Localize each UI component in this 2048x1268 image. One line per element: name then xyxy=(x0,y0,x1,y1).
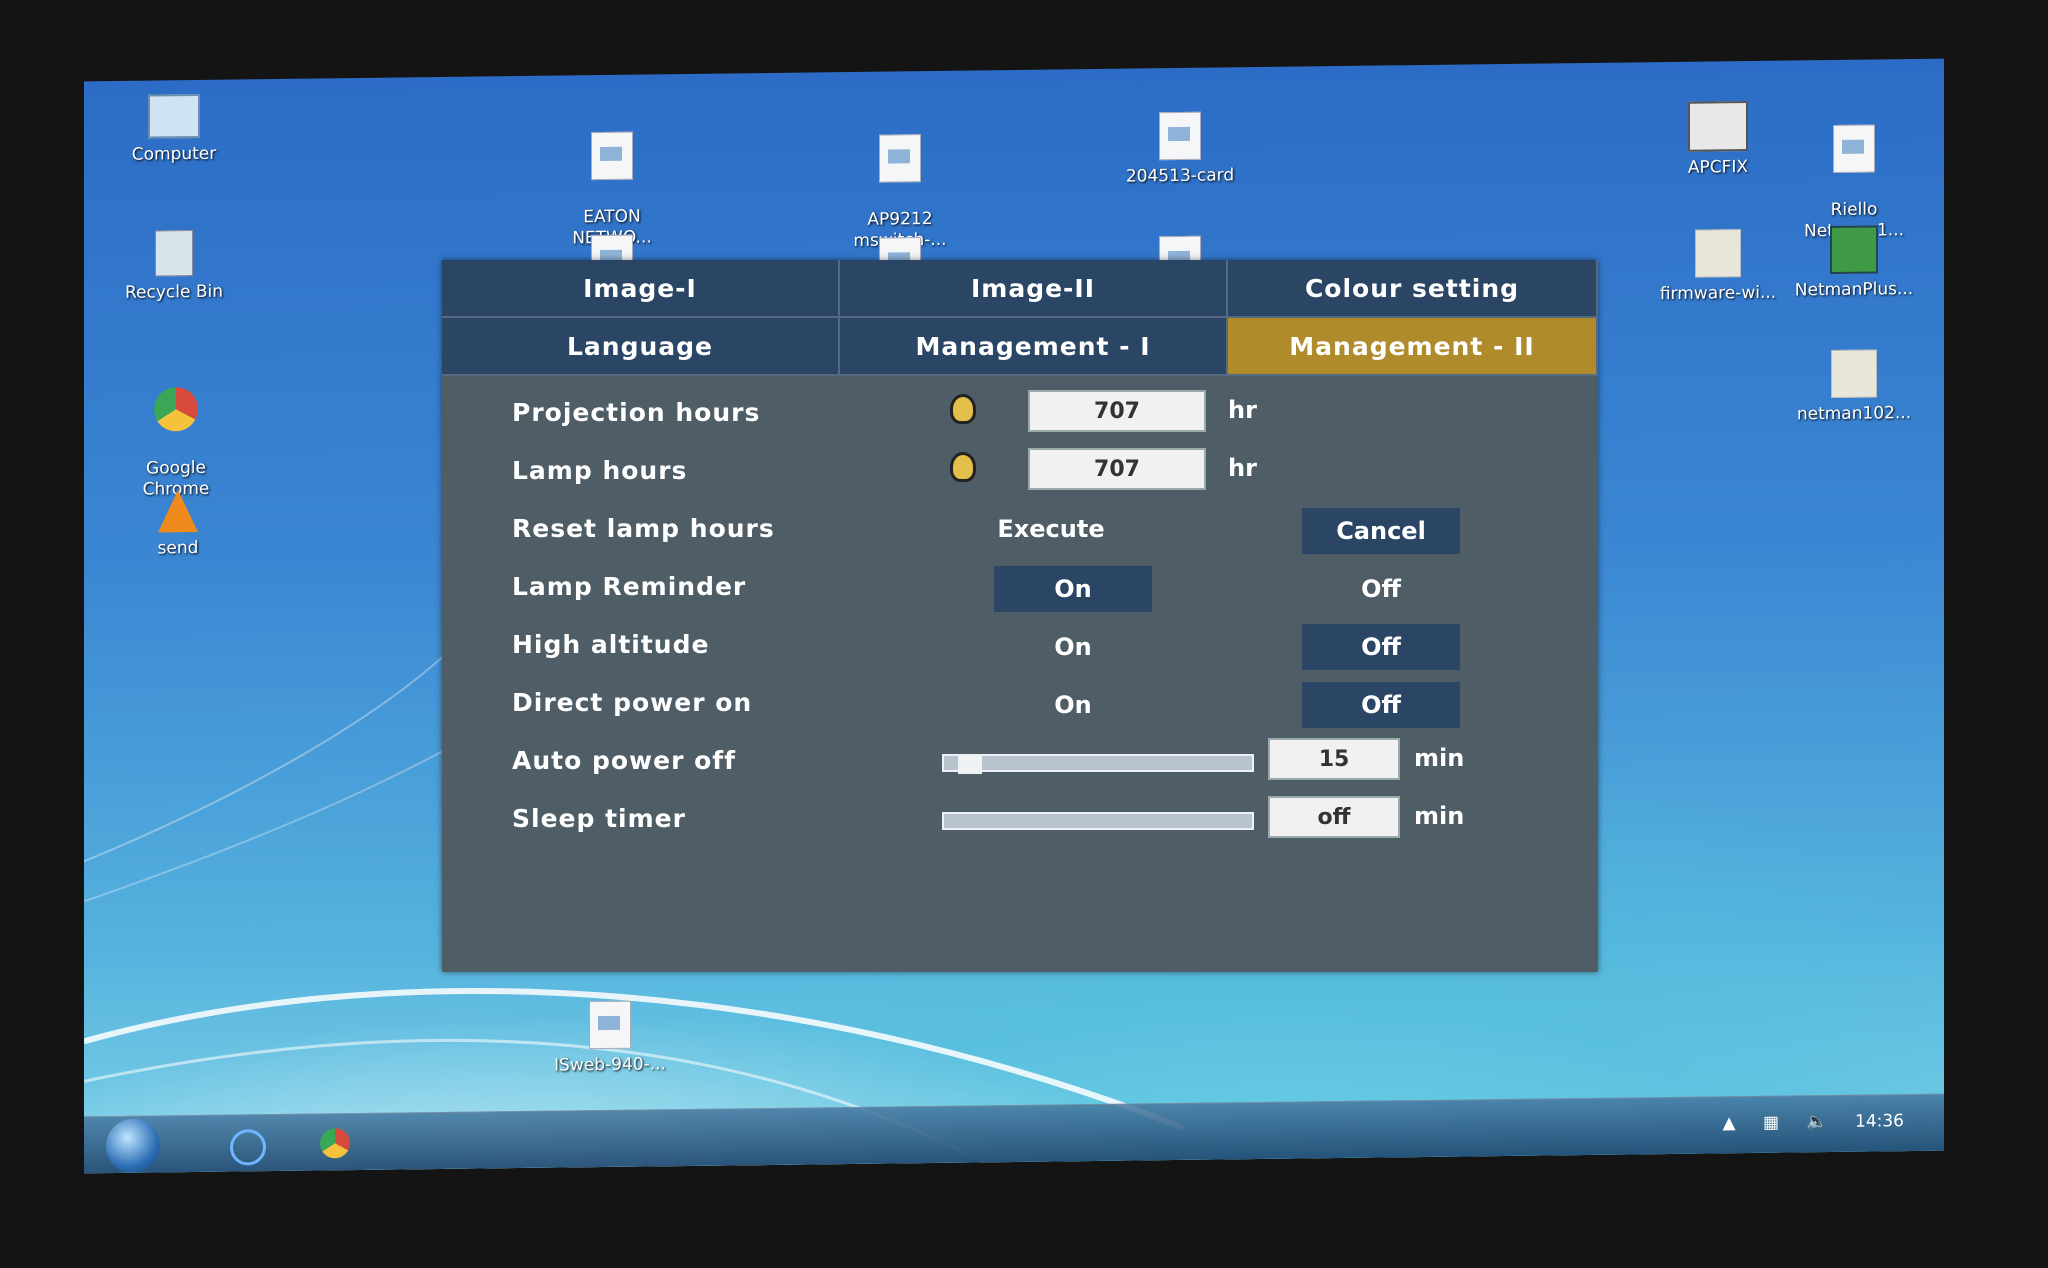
desktop-icon-recycle-bin[interactable]: Recycle Bin xyxy=(104,229,244,304)
document-icon xyxy=(1833,124,1875,173)
cancel-button[interactable]: Cancel xyxy=(1302,508,1460,554)
execute-button[interactable]: Execute xyxy=(972,506,1130,552)
desktop-icon-netmanplus[interactable]: NetmanPlus... xyxy=(1784,225,1924,302)
document-icon xyxy=(879,134,921,183)
document-icon xyxy=(1159,111,1201,161)
sleep-timer-slider[interactable] xyxy=(942,812,1254,830)
tab-management-i[interactable]: Management - I xyxy=(840,318,1228,376)
row-high-altitude: High altitude On Off xyxy=(442,622,1598,672)
sleep-timer-value: off xyxy=(1268,796,1400,838)
unit-label: hr xyxy=(1228,454,1257,482)
desktop-icon-isweb[interactable]: ISweb-940-... xyxy=(540,1000,680,1077)
tab-image-i[interactable]: Image-I xyxy=(442,260,840,318)
unit-label: min xyxy=(1414,802,1465,830)
vlc-cone-icon xyxy=(158,489,198,533)
row-label: Sleep timer xyxy=(512,804,686,833)
desktop-icon-label: APCFIX xyxy=(1687,157,1749,178)
network-card-icon xyxy=(1830,225,1878,275)
tab-image-ii[interactable]: Image-II xyxy=(840,260,1228,318)
desktop-icon-label: NetmanPlus... xyxy=(1794,279,1914,301)
desktop-icon-firmware[interactable]: firmware-wi... xyxy=(1648,229,1788,306)
row-label: Projection hours xyxy=(512,398,761,427)
desktop-icon-label: send xyxy=(157,537,199,559)
chrome-icon xyxy=(154,386,198,432)
high-altitude-off-option[interactable]: Off xyxy=(1302,624,1460,670)
start-button[interactable] xyxy=(106,1118,160,1174)
document-icon xyxy=(589,1000,631,1050)
direct-power-on-on-option[interactable]: On xyxy=(994,682,1152,728)
desktop-icon-label: ISweb-940-... xyxy=(554,1054,666,1076)
desktop-icon-label: 204513-card xyxy=(1125,165,1235,187)
clock[interactable]: 14:36 xyxy=(1855,1111,1904,1132)
direct-power-on-off-option[interactable]: Off xyxy=(1302,682,1460,728)
row-auto-power-off: Auto power off 15 min xyxy=(442,738,1598,788)
high-altitude-on-option[interactable]: On xyxy=(994,624,1152,670)
lamp-bulb-icon xyxy=(950,394,976,424)
volume-icon[interactable]: 🔈 xyxy=(1806,1112,1827,1132)
row-lamp-hours: Lamp hours 707 hr xyxy=(442,448,1598,498)
lamp-reminder-on-option[interactable]: On xyxy=(994,566,1152,612)
row-reset-lamp-hours: Reset lamp hours Execute Cancel xyxy=(442,506,1598,556)
tab-colour-setting[interactable]: Colour setting xyxy=(1228,260,1598,318)
folder-icon xyxy=(1695,229,1741,278)
osd-tabs: Image-I Image-II Colour setting Language… xyxy=(442,260,1598,376)
document-icon xyxy=(591,131,633,181)
row-label: High altitude xyxy=(512,630,710,659)
row-direct-power-on: Direct power on On Off xyxy=(442,680,1598,730)
auto-power-off-value: 15 xyxy=(1268,738,1400,780)
lamp-reminder-off-option[interactable]: Off xyxy=(1302,566,1460,612)
auto-power-off-slider[interactable] xyxy=(942,754,1254,774)
network-icon[interactable]: ▦ xyxy=(1763,1113,1779,1133)
projector-osd-menu: Image-I Image-II Colour setting Language… xyxy=(442,260,1598,972)
tab-language[interactable]: Language xyxy=(442,318,840,376)
desktop-icon-label: Recycle Bin xyxy=(124,281,223,303)
row-label: Auto power off xyxy=(512,746,737,775)
slider-knob[interactable] xyxy=(958,754,983,774)
show-hidden-icons-icon[interactable]: ▲ xyxy=(1722,1113,1735,1133)
chrome-taskbar-icon[interactable] xyxy=(320,1128,350,1159)
desktop-icon-card[interactable]: 204513-card xyxy=(1110,111,1250,188)
projection-hours-value: 707 xyxy=(1028,390,1206,432)
row-label: Reset lamp hours xyxy=(512,514,775,543)
desktop-icon-send[interactable]: send xyxy=(108,489,248,560)
row-lamp-reminder: Lamp Reminder On Off xyxy=(442,564,1598,614)
row-projection-hours: Projection hours 707 hr xyxy=(442,390,1598,440)
apcfix-icon xyxy=(1688,101,1748,152)
internet-explorer-icon[interactable] xyxy=(230,1129,266,1166)
desktop-icon-apcfix[interactable]: APCFIX xyxy=(1648,101,1788,180)
desktop-icon-label: netman102... xyxy=(1796,403,1912,425)
system-tray: ▲ ▦ 🔈 14:36 xyxy=(1700,1111,1904,1133)
row-sleep-timer: Sleep timer off min xyxy=(442,796,1598,846)
desktop-icon-label: firmware-wi... xyxy=(1659,282,1777,305)
unit-label: hr xyxy=(1228,396,1257,424)
lamp-hours-value: 707 xyxy=(1028,448,1206,490)
unit-label: min xyxy=(1414,744,1465,772)
tab-management-ii[interactable]: Management - II xyxy=(1228,318,1598,376)
folder-icon xyxy=(1831,349,1877,399)
desktop-icon-computer[interactable]: Computer xyxy=(104,93,244,166)
recycle-bin-icon xyxy=(155,230,193,277)
computer-icon xyxy=(148,93,200,139)
row-label: Lamp Reminder xyxy=(512,572,747,601)
row-label: Lamp hours xyxy=(512,456,688,485)
desktop-icon-netman102[interactable]: netman102... xyxy=(1784,349,1924,426)
lamp-bulb-icon xyxy=(950,452,976,482)
row-label: Direct power on xyxy=(512,688,753,717)
desktop-icon-label: Computer xyxy=(131,143,217,165)
